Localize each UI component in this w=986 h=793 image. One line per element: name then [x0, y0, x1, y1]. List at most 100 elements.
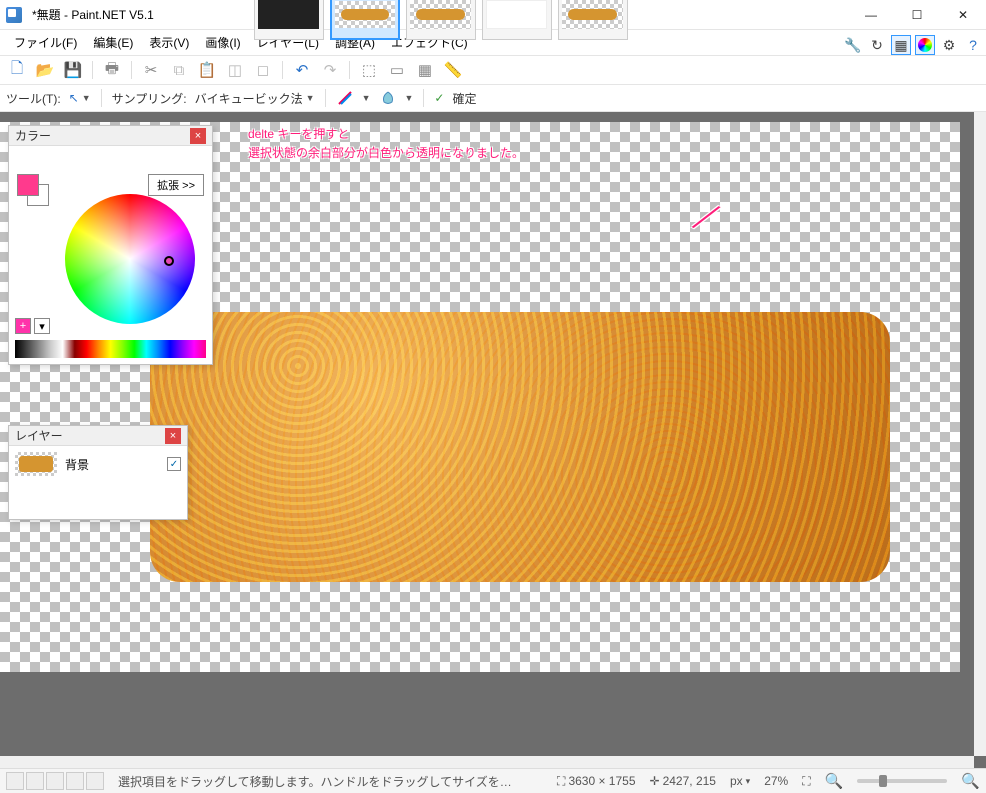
separator	[131, 61, 132, 79]
layer-row[interactable]: 背景 ✓	[9, 446, 187, 482]
color-panel[interactable]: カラー × 拡張 >> + ▾	[8, 125, 213, 365]
annotation-line-1: delte キーを押すと	[248, 125, 524, 144]
statusbar: 選択項目をドラッグして移動します。ハンドルをドラッグしてサイズを変更します。マウ…	[0, 768, 986, 793]
redo-button[interactable]: ↷	[319, 59, 341, 81]
zoom-in-button[interactable]: 🔍	[961, 772, 980, 790]
status-thumb-icons	[6, 772, 104, 790]
zoom-out-button[interactable]: 🔍	[825, 772, 844, 790]
zoom-value: 27%	[764, 774, 788, 788]
tool-selector[interactable]: ↖ ▼	[69, 91, 91, 105]
horizontal-scrollbar[interactable]	[0, 756, 974, 768]
layers-panel-title: レイヤー	[15, 427, 63, 444]
shape-option-icon[interactable]	[379, 89, 397, 107]
chevron-down-icon: ▼	[306, 93, 315, 103]
color-swatches[interactable]	[17, 174, 49, 206]
layer-thumbnail	[15, 452, 57, 476]
commit-button[interactable]: 確定	[452, 90, 476, 107]
cursor-pos-value: 2427, 215	[663, 774, 716, 788]
status-window-icon[interactable]	[86, 772, 104, 790]
zoom-fit-button[interactable]: ⛶	[802, 774, 810, 789]
color-panel-close-button[interactable]: ×	[190, 128, 206, 144]
separator	[325, 89, 326, 107]
help-button[interactable]: ?	[963, 35, 983, 55]
layers-window-toggle[interactable]: ▦	[891, 35, 911, 55]
image-size-value: 3630 × 1755	[568, 774, 635, 788]
status-window-icon[interactable]	[26, 772, 44, 790]
tool-options-bar: ツール(T): ↖ ▼ サンプリング: バイキュービック法 ▼ ▼ ▼ ✓ 確定	[0, 84, 986, 112]
menu-view[interactable]: 表示(V)	[141, 31, 197, 54]
sampling-label: サンプリング:	[112, 90, 187, 107]
chevron-down-icon: ▼	[82, 93, 91, 103]
utility-toolbar: 🔧 ↻ ▦ ⚙ ?	[843, 35, 983, 55]
new-file-button[interactable]: 🗋	[6, 59, 28, 81]
zoom-dropdown[interactable]: 27%	[764, 774, 788, 788]
thumbnail-0[interactable]: ✷	[254, 0, 324, 40]
cut-button[interactable]: ✂	[140, 59, 162, 81]
document-thumbnails: ✷ ✷ ✷ ✷ ✷	[254, 0, 628, 40]
undo-button[interactable]: ↶	[291, 59, 313, 81]
paste-button[interactable]: 📋	[196, 59, 218, 81]
menu-image[interactable]: 画像(I)	[197, 31, 248, 54]
maximize-button[interactable]: ☐	[894, 0, 940, 30]
thumbnail-3[interactable]: ✷	[482, 0, 552, 40]
unit-value: px	[730, 774, 743, 788]
status-window-icon[interactable]	[66, 772, 84, 790]
color-wheel-cursor[interactable]	[164, 256, 174, 266]
save-button[interactable]: 💾	[62, 59, 84, 81]
color-wheel[interactable]	[65, 194, 195, 324]
resize-button[interactable]: ▭	[386, 59, 408, 81]
thumbnail-4[interactable]: ✷	[558, 0, 628, 40]
menu-edit[interactable]: 編集(E)	[85, 31, 141, 54]
ruler-toggle-button[interactable]: 📏	[442, 59, 464, 81]
print-button[interactable]: 🖶	[101, 59, 123, 81]
crop-button[interactable]: ⬚	[358, 59, 380, 81]
layers-panel-titlebar[interactable]: レイヤー ×	[9, 426, 187, 446]
image-content	[150, 312, 890, 582]
deselect-button[interactable]: ◻	[252, 59, 274, 81]
zoom-slider[interactable]	[857, 779, 947, 783]
tools-window-toggle[interactable]: 🔧	[843, 35, 863, 55]
layers-panel[interactable]: レイヤー × 背景 ✓	[8, 425, 188, 520]
menu-file[interactable]: ファイル(F)	[6, 31, 85, 54]
commit-check-icon: ✓	[434, 91, 444, 105]
separator	[282, 61, 283, 79]
palette-menu-button[interactable]: ▾	[34, 318, 50, 334]
app-icon	[6, 7, 22, 23]
crop-selection-button[interactable]: ◫	[224, 59, 246, 81]
status-window-icon[interactable]	[6, 772, 24, 790]
tool-label: ツール(T):	[6, 90, 61, 107]
color-panel-title: カラー	[15, 127, 51, 144]
close-button[interactable]: ✕	[940, 0, 986, 30]
color-palette[interactable]	[15, 340, 206, 358]
window-controls: — ☐ ✕	[848, 0, 986, 30]
titlebar: *無題 - Paint.NET V5.1 ✷ ✷ ✷ ✷ ✷ — ☐ ✕	[0, 0, 986, 30]
settings-button[interactable]: ⚙	[939, 35, 959, 55]
tutorial-annotation: delte キーを押すと 選択状態の余白部分が白色から透明になりました。 ╱	[248, 125, 524, 163]
dimensions-icon: ⛶	[557, 774, 565, 789]
sampling-dropdown[interactable]: バイキュービック法 ▼	[195, 90, 315, 107]
thumbnail-2[interactable]: ✷	[406, 0, 476, 40]
expand-button[interactable]: 拡張 >>	[148, 174, 204, 196]
separator	[349, 61, 350, 79]
palette-controls: + ▾	[15, 318, 50, 334]
color-panel-titlebar[interactable]: カラー ×	[9, 126, 212, 146]
grid-toggle-button[interactable]: ▦	[414, 59, 436, 81]
unit-dropdown[interactable]: px ▾	[730, 774, 750, 788]
copy-button[interactable]: ⧉	[168, 59, 190, 81]
window-title: *無題 - Paint.NET V5.1	[32, 6, 154, 23]
layers-panel-close-button[interactable]: ×	[165, 428, 181, 444]
thumbnail-1[interactable]: ✷	[330, 0, 400, 40]
add-color-button[interactable]: +	[15, 318, 31, 334]
layer-visibility-checkbox[interactable]: ✓	[167, 457, 181, 471]
status-window-icon[interactable]	[46, 772, 64, 790]
history-window-toggle[interactable]: ↻	[867, 35, 887, 55]
primary-color-swatch[interactable]	[17, 174, 39, 196]
chevron-down-icon: ▾	[746, 776, 751, 787]
sampling-value: バイキュービック法	[195, 90, 303, 107]
colors-window-toggle[interactable]	[915, 35, 935, 55]
open-file-button[interactable]: 📂	[34, 59, 56, 81]
vertical-scrollbar[interactable]	[974, 112, 986, 756]
minimize-button[interactable]: —	[848, 0, 894, 30]
close-icon: ✕	[958, 8, 968, 22]
gradient-option-icon[interactable]	[336, 89, 354, 107]
